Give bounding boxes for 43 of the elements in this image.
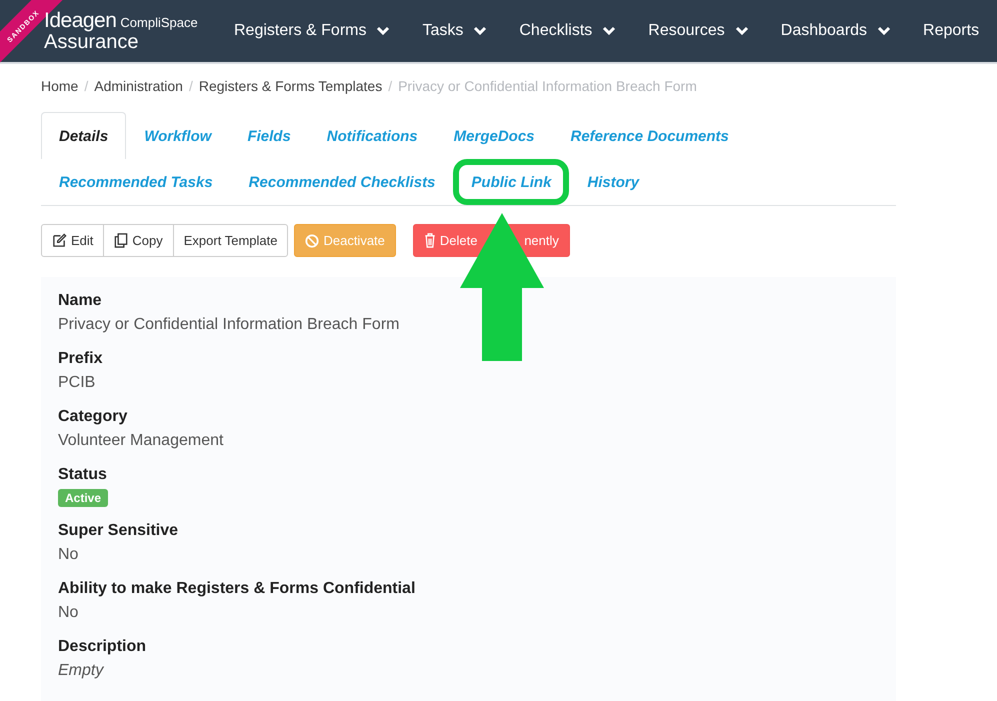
nav-menu-item[interactable]: Registers & Forms <box>234 22 390 40</box>
chevron-down-icon <box>734 26 749 36</box>
breadcrumb-separator: / <box>188 78 193 94</box>
field-value: No <box>58 603 80 623</box>
chevron-down-icon <box>473 26 488 36</box>
edit-button[interactable]: Edit <box>41 224 104 257</box>
nav-menu-item[interactable]: Dashboards <box>780 22 892 40</box>
logo-sub-brand: CompliSpace <box>120 16 198 29</box>
tab[interactable]: Details <box>41 112 126 159</box>
field-label: Prefix <box>58 349 104 369</box>
status-badge: Active <box>58 489 108 507</box>
field-value: PCIB <box>58 373 96 393</box>
copy-icon <box>114 233 128 248</box>
field-label: Super Sensitive <box>58 521 180 541</box>
chevron-down-icon <box>602 26 616 36</box>
breadcrumb-link[interactable]: Registers & Forms Templates <box>198 78 382 94</box>
breadcrumb-separator: / <box>84 78 88 94</box>
breadcrumb-link[interactable]: Home <box>41 78 78 94</box>
field-label: Description <box>58 637 148 657</box>
logo-product: Assurance <box>44 32 140 52</box>
export-button[interactable]: Export Template <box>172 224 288 257</box>
field-label: Status <box>58 465 108 485</box>
field-value: Volunteer Management <box>58 431 224 451</box>
nav-menu-item[interactable]: Tasks <box>422 22 488 40</box>
field-label: Ability to make Registers & Forms Confidential <box>58 579 416 599</box>
nav-menu-item[interactable]: Checklists <box>519 22 616 40</box>
chevron-down-icon <box>376 26 390 36</box>
nav-menu-item[interactable]: Resources <box>648 22 749 40</box>
breadcrumb-link[interactable]: Administration <box>94 78 183 94</box>
chevron-down-icon <box>877 26 892 36</box>
nav-menu-item[interactable]: Reports <box>923 22 980 40</box>
field-label: Name <box>58 291 103 311</box>
field-value: Privacy or Confidential Information Breach Form <box>58 315 400 335</box>
field-value: No <box>58 545 80 565</box>
breadcrumb-current: Privacy or Confidential Information Breach Form <box>398 78 697 94</box>
logo-brand: Ideagen <box>44 10 116 31</box>
ban-icon <box>305 234 320 248</box>
trash-icon <box>424 233 436 248</box>
field-label: Category <box>58 407 128 427</box>
edit-icon <box>52 233 67 248</box>
copy-button[interactable]: Copy <box>103 224 174 257</box>
breadcrumb-separator: / <box>388 78 392 94</box>
field-value: Empty <box>58 661 105 681</box>
